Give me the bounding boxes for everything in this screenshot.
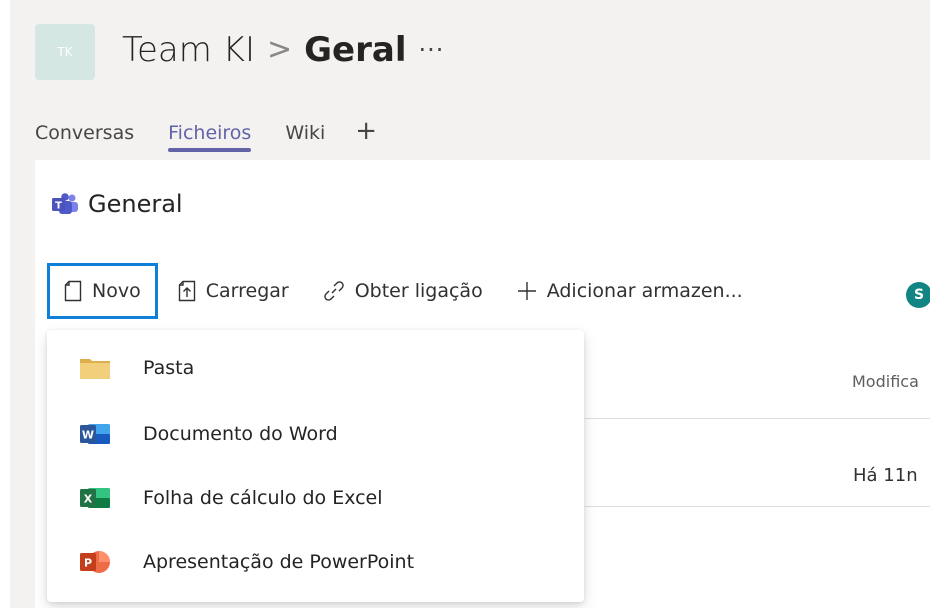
teams-logo-icon: T (52, 193, 78, 214)
powerpoint-icon: P (77, 548, 113, 576)
folder-title: T General (52, 190, 183, 218)
menu-item-label: Folha de cálculo do Excel (143, 487, 383, 509)
link-icon (323, 281, 344, 301)
upload-icon (178, 280, 195, 302)
plus-icon (517, 282, 536, 300)
folder-icon (77, 354, 113, 382)
tab-conversas[interactable]: Conversas (35, 122, 134, 152)
upload-button[interactable]: Carregar (164, 263, 303, 319)
files-toolbar: Novo Carregar Obter ligação Adicionar ar… (47, 260, 763, 322)
new-button-label: Novo (92, 280, 141, 302)
page-title: Team KI > Geral ··· (122, 26, 444, 74)
add-storage-button[interactable]: Adicionar armazen... (503, 263, 757, 319)
modified-cell: Há 11n (853, 465, 918, 486)
tab-wiki[interactable]: Wiki (285, 122, 325, 152)
add-storage-button-label: Adicionar armazen... (546, 280, 743, 302)
menu-item-label: Pasta (143, 357, 195, 379)
left-edge (0, 0, 10, 608)
new-button[interactable]: Novo (47, 263, 158, 319)
menu-item-excel[interactable]: X Folha de cálculo do Excel (47, 466, 584, 530)
svg-text:W: W (82, 429, 94, 442)
tab-ficheiros[interactable]: Ficheiros (168, 122, 252, 152)
get-link-button[interactable]: Obter ligação (309, 263, 497, 319)
menu-item-powerpoint[interactable]: P Apresentação de PowerPoint (47, 530, 584, 594)
menu-item-label: Documento do Word (143, 423, 338, 445)
get-link-button-label: Obter ligação (354, 280, 483, 302)
sharepoint-icon[interactable]: S (906, 282, 930, 308)
new-item-menu: Pasta W Documento do Word X Folha de cál… (47, 330, 584, 602)
channel-tabs: Conversas Ficheiros Wiki + (35, 116, 377, 152)
more-options-icon[interactable]: ··· (418, 26, 444, 74)
menu-item-word[interactable]: W Documento do Word (47, 402, 584, 466)
row-divider (585, 506, 930, 507)
modified-column-header[interactable]: Modifica (852, 372, 919, 391)
breadcrumb-separator: > (267, 32, 293, 67)
row-divider (585, 418, 930, 419)
svg-text:P: P (84, 557, 92, 570)
menu-item-label: Apresentação de PowerPoint (143, 551, 415, 573)
svg-text:X: X (84, 493, 93, 506)
folder-title-text: General (88, 190, 183, 218)
word-icon: W (77, 420, 113, 448)
team-name[interactable]: Team KI (122, 26, 255, 74)
excel-icon: X (77, 484, 113, 512)
svg-text:T: T (55, 201, 62, 212)
team-avatar[interactable]: TK (35, 24, 95, 80)
new-document-icon (64, 280, 82, 302)
channel-name: Geral (304, 30, 407, 70)
team-avatar-initials: TK (57, 45, 73, 59)
upload-button-label: Carregar (205, 280, 289, 302)
add-tab-icon[interactable]: + (355, 116, 377, 152)
menu-item-folder[interactable]: Pasta (47, 336, 584, 400)
